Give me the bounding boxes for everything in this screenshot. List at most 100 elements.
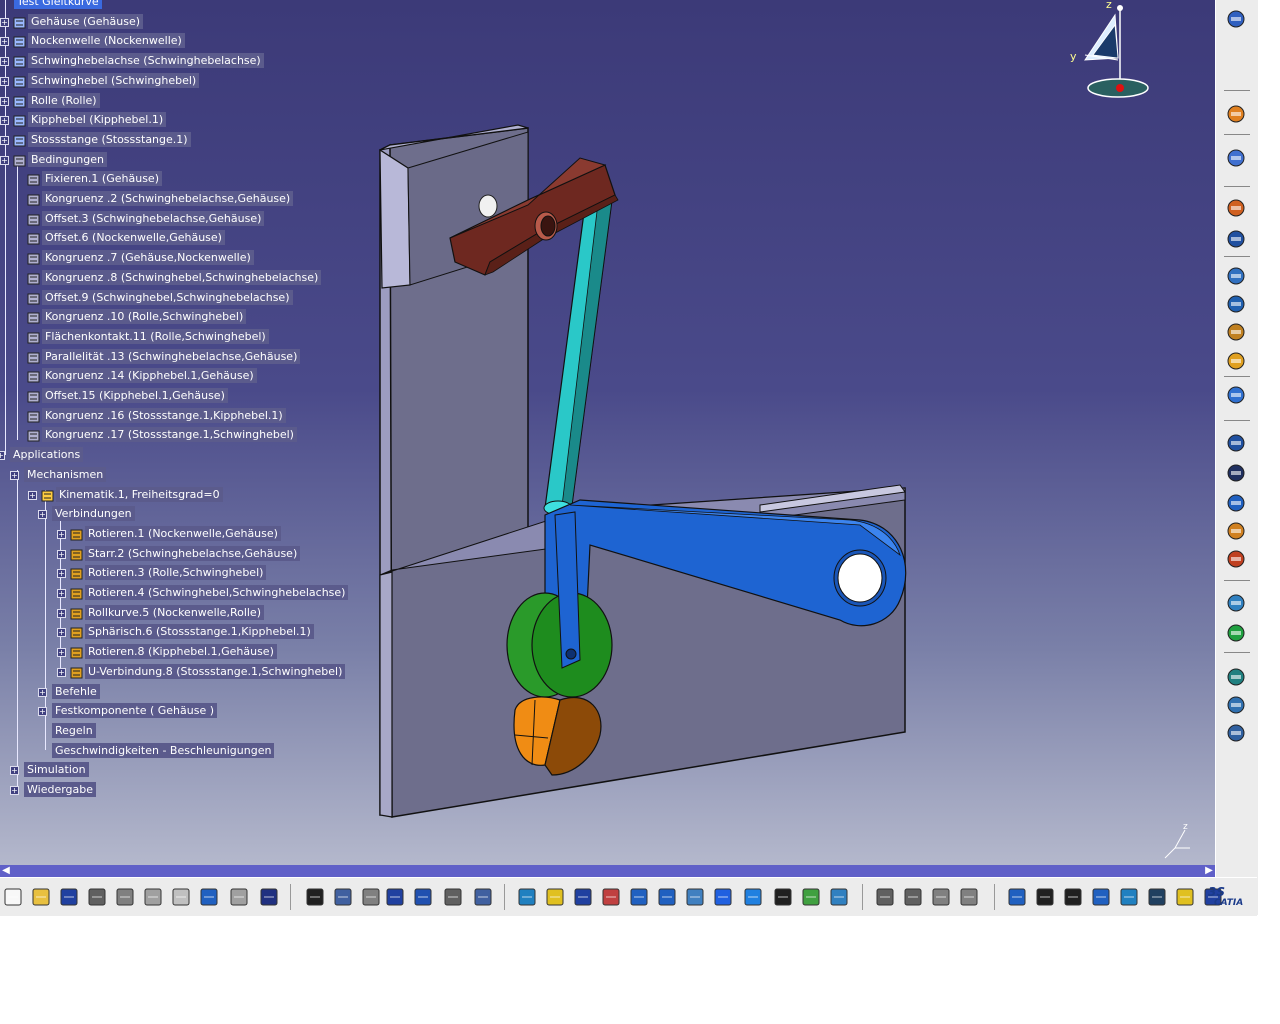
prev-icon[interactable] xyxy=(902,886,926,910)
split-icon[interactable] xyxy=(1146,886,1170,910)
copy-icon[interactable] xyxy=(142,886,166,910)
select-arrow-icon[interactable] xyxy=(1225,103,1249,127)
iso-view-icon[interactable] xyxy=(742,886,766,910)
clash-icon[interactable] xyxy=(1225,622,1249,646)
print-icon[interactable] xyxy=(86,886,110,910)
whats-this-icon[interactable] xyxy=(258,886,282,910)
tree-part-item[interactable]: Kipphebel (Kipphebel.1) xyxy=(28,112,167,127)
first-icon[interactable] xyxy=(1062,886,1086,910)
tree-expand-toggle[interactable]: + xyxy=(57,609,66,618)
tree-mechanism-child[interactable]: Regeln xyxy=(52,723,96,738)
tree-expand-toggle[interactable]: + xyxy=(0,451,5,460)
tree-joint-item[interactable]: Sphärisch.6 (Stossstange.1,Kipphebel.1) xyxy=(85,624,314,639)
tree-joint-item[interactable]: Rotieren.8 (Kipphebel.1,Gehäuse) xyxy=(85,644,277,659)
tree-joints[interactable]: Verbindungen xyxy=(52,506,135,521)
space-analysis-icon[interactable] xyxy=(1225,8,1249,32)
tree-constraint-item[interactable]: Offset.15 (Kipphebel.1,Gehäuse) xyxy=(42,388,228,403)
knowledge-icon[interactable] xyxy=(360,886,384,910)
search-icon[interactable] xyxy=(1118,886,1142,910)
tree-expand-toggle[interactable]: + xyxy=(57,648,66,657)
scroll-left-arrow[interactable]: ◀ xyxy=(0,865,12,877)
tree-expand-toggle[interactable]: + xyxy=(38,688,47,697)
speed-icon[interactable] xyxy=(1225,548,1249,572)
tree-joint-item[interactable]: Rotieren.3 (Rolle,Schwinghebel) xyxy=(85,565,267,580)
pan-icon[interactable] xyxy=(572,886,596,910)
undo-icon[interactable] xyxy=(198,886,222,910)
tree-constraint-item[interactable]: Offset.3 (Schwinghebelachse,Gehäuse) xyxy=(42,211,265,226)
tree-expand-toggle[interactable]: + xyxy=(28,491,37,500)
new-icon[interactable] xyxy=(2,886,26,910)
3d-viewport[interactable]: z y z Test Gleitkurve + Gehäuse (Gehäuse) +… xyxy=(0,0,1215,865)
shading-icon[interactable] xyxy=(828,886,852,910)
compare-icon[interactable] xyxy=(958,886,982,910)
envelope-icon[interactable] xyxy=(1225,722,1249,746)
compass-widget[interactable] xyxy=(1084,5,1149,98)
tree-expand-toggle[interactable]: + xyxy=(57,589,66,598)
specification-tree[interactable]: Test Gleitkurve + Gehäuse (Gehäuse) + Nocken… xyxy=(0,0,349,800)
tree-constraint-item[interactable]: Offset.9 (Schwinghebel,Schwinghebelachse… xyxy=(42,290,293,305)
tree-constraint-item[interactable]: Parallelität .13 (Schwinghebelachse,Gehä… xyxy=(42,349,301,364)
lock-icon[interactable] xyxy=(442,886,466,910)
tree-part-item[interactable]: Schwinghebel (Schwinghebel) xyxy=(28,73,200,88)
tree-constraint-item[interactable]: Kongruenz .14 (Kipphebel.1,Gehäuse) xyxy=(42,368,257,383)
housing-part[interactable] xyxy=(379,124,906,818)
update-icon[interactable] xyxy=(1225,384,1249,408)
tree-constraint-item[interactable]: Kongruenz .8 (Schwinghebel,Schwinghebela… xyxy=(42,270,322,285)
next-icon[interactable] xyxy=(930,886,954,910)
tree-part-item[interactable]: Rolle (Rolle) xyxy=(28,93,100,108)
tree-expand-toggle[interactable]: + xyxy=(0,116,9,125)
zoom-area-icon[interactable] xyxy=(544,886,568,910)
tree-constraint-item[interactable]: Kongruenz .17 (Stossstange.1,Schwinghebe… xyxy=(42,427,297,442)
tree-joint-item[interactable]: Rotieren.1 (Nockenwelle,Gehäuse) xyxy=(85,526,281,541)
open-icon[interactable] xyxy=(30,886,54,910)
tree-expand-toggle[interactable]: + xyxy=(0,136,9,145)
multi-view-icon[interactable] xyxy=(712,886,736,910)
tree-mechanisms[interactable]: Mechanismen xyxy=(24,467,107,482)
fix-icon[interactable] xyxy=(1225,321,1249,345)
save-icon[interactable] xyxy=(58,886,82,910)
rotate-icon[interactable] xyxy=(600,886,624,910)
last-icon[interactable] xyxy=(1090,886,1114,910)
tree-expand-toggle[interactable]: + xyxy=(10,786,19,795)
paste-icon[interactable] xyxy=(170,886,194,910)
tree-expand-toggle[interactable]: + xyxy=(0,57,9,66)
measure-icon[interactable] xyxy=(472,886,496,910)
tree-expand-toggle[interactable]: + xyxy=(57,668,66,677)
cut-icon[interactable] xyxy=(114,886,138,910)
tree-constraint-item[interactable]: Kongruenz .2 (Schwinghebelachse,Gehäuse) xyxy=(42,191,294,206)
tree-constraint-item[interactable]: Fixieren.1 (Gehäuse) xyxy=(42,171,162,186)
fit-all-icon[interactable] xyxy=(516,886,540,910)
catalog-icon[interactable] xyxy=(1225,432,1249,456)
zoom-out-icon[interactable] xyxy=(656,886,680,910)
tree-app-child[interactable]: Wiedergabe xyxy=(24,782,97,797)
tree-joint-item[interactable]: Rotieren.4 (Schwinghebel,Schwinghebelach… xyxy=(85,585,349,600)
tree-part-item[interactable]: Stossstange (Stossstange.1) xyxy=(28,132,191,147)
swap-icon[interactable] xyxy=(800,886,824,910)
tree-constraint-item[interactable]: Kongruenz .10 (Rolle,Schwinghebel) xyxy=(42,309,247,324)
tree-kinematics[interactable]: Kinematik.1, Freiheitsgrad=0 xyxy=(56,487,223,502)
tree-expand-toggle[interactable]: + xyxy=(57,569,66,578)
tree-constraint-item[interactable]: Kongruenz .7 (Gehäuse,Nockenwelle) xyxy=(42,250,254,265)
mechanism-icon[interactable] xyxy=(1225,492,1249,516)
normal-view-icon[interactable] xyxy=(684,886,708,910)
sensor-icon[interactable] xyxy=(1225,592,1249,616)
tree-expand-toggle[interactable]: + xyxy=(57,550,66,559)
hide-show-icon[interactable] xyxy=(772,886,796,910)
kinematics-icon[interactable] xyxy=(1225,666,1249,690)
tree-mechanism-child[interactable]: Festkomponente ( Gehäuse ) xyxy=(52,703,218,718)
tree-expand-toggle[interactable]: + xyxy=(10,766,19,775)
zoom-in-icon[interactable] xyxy=(628,886,652,910)
comment-icon[interactable] xyxy=(332,886,356,910)
tree-expand-toggle[interactable]: + xyxy=(0,37,9,46)
tree-expand-toggle[interactable]: + xyxy=(0,77,9,86)
pushrod-part[interactable] xyxy=(543,199,613,516)
tree-expand-toggle[interactable]: + xyxy=(57,530,66,539)
anchor-icon[interactable] xyxy=(1225,293,1249,317)
pivot-pin[interactable] xyxy=(478,194,498,218)
tree-expand-toggle[interactable]: + xyxy=(0,156,9,165)
simulation-icon[interactable] xyxy=(1225,462,1249,486)
compass-icon[interactable] xyxy=(1034,886,1058,910)
tree-constraint-item[interactable]: Offset.6 (Nockenwelle,Gehäuse) xyxy=(42,230,225,245)
tree-expand-toggle[interactable]: + xyxy=(0,97,9,106)
scroll-right-arrow[interactable]: ▶ xyxy=(1203,865,1215,877)
